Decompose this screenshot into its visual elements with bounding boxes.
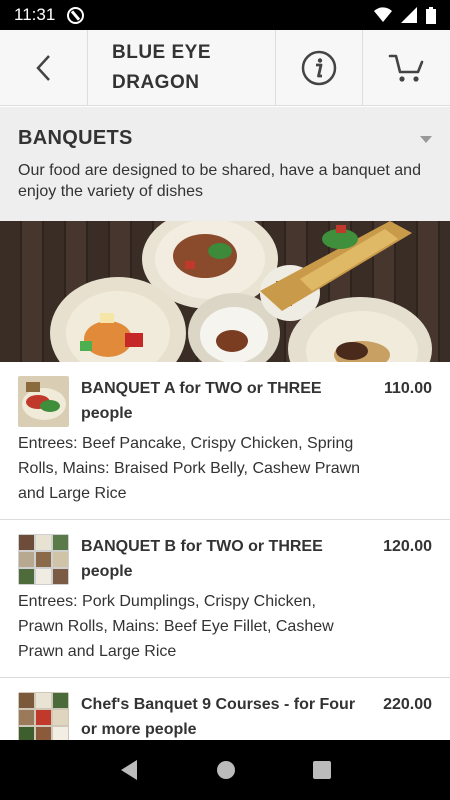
restaurant-title: BLUE EYE DRAGON	[88, 30, 276, 105]
battery-icon	[426, 6, 436, 24]
cart-icon	[388, 54, 423, 82]
item-price: 120.00	[383, 538, 432, 555]
item-thumbnail	[18, 376, 69, 427]
item-description: Entrees: Beef Pancake, Crispy Chicken, S…	[18, 435, 361, 502]
item-name: Chef's Banquet 9 Courses - for Four or m…	[81, 696, 356, 738]
info-icon	[301, 50, 337, 85]
category-description: Our food are designed to be shared, have…	[18, 162, 421, 200]
dropdown-arrow-icon[interactable]	[420, 136, 432, 143]
item-name: BANQUET B for TWO or THREE people	[81, 538, 323, 580]
item-price: 220.00	[383, 696, 432, 713]
menu-item[interactable]: BANQUET B for TWO or THREE people 120.00…	[0, 520, 450, 678]
item-description: Entrees: Pork Dumplings, Crispy Chicken,…	[18, 593, 334, 660]
info-button[interactable]	[276, 30, 363, 105]
food-photo	[0, 221, 450, 362]
status-icons	[374, 6, 436, 24]
app-header: BLUE EYE DRAGON	[0, 30, 450, 106]
status-time: 11:31	[14, 5, 56, 24]
item-name: BANQUET A for TWO or THREE people	[81, 380, 322, 422]
category-hero-image	[0, 221, 450, 362]
system-nav-bar	[0, 740, 450, 800]
category-title: BANQUETS	[18, 127, 133, 149]
chevron-left-icon	[35, 54, 50, 81]
restaurant-name: BLUE EYE DRAGON	[112, 41, 212, 93]
home-nav-icon[interactable]	[216, 760, 236, 780]
status-bar: 11:31	[0, 0, 450, 30]
item-price: 110.00	[383, 380, 432, 397]
recents-nav-icon[interactable]	[313, 761, 332, 779]
category-header[interactable]: BANQUETS Our food are designed to be sha…	[0, 107, 450, 221]
menu-item[interactable]: BANQUET A for TWO or THREE people 110.00…	[0, 362, 450, 520]
signal-icon	[401, 7, 417, 23]
item-thumbnail	[18, 692, 69, 743]
notification-icon	[67, 6, 85, 24]
wifi-icon	[374, 7, 392, 23]
back-button[interactable]	[0, 30, 88, 105]
item-thumbnail	[18, 534, 69, 585]
cart-button[interactable]	[363, 30, 450, 105]
back-nav-icon[interactable]	[119, 759, 139, 781]
